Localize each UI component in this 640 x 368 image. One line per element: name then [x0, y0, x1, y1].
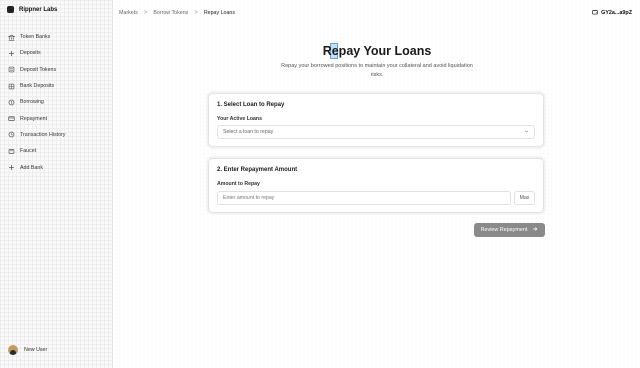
wallet-button[interactable]: GY2a...a9pZ [592, 9, 632, 17]
sidebar-item-borrowing[interactable]: Borrowing [4, 94, 109, 110]
user-name: New User [24, 347, 48, 353]
user-profile[interactable]: New User [8, 345, 47, 355]
loan-select-placeholder: Select a loan to repay [223, 129, 274, 135]
avatar [8, 345, 18, 355]
sidebar-item-label: Add Bank [20, 164, 43, 171]
breadcrumb-markets[interactable]: Markets [119, 10, 138, 16]
sidebar-item-label: Bank Deposits [20, 83, 55, 90]
amount-input[interactable]: Enter amount to repay [217, 191, 511, 205]
amount-input-placeholder: Enter amount to repay [223, 195, 275, 201]
max-button[interactable]: Max [514, 191, 535, 205]
chevron-down-icon [524, 129, 529, 136]
brand[interactable]: Rippner Labs [7, 6, 57, 13]
grid-icon [7, 82, 15, 90]
select-loan-title: 1. Select Loan to Repay [217, 102, 285, 108]
sidebar-item-repayment[interactable]: Repayment [4, 110, 109, 126]
sidebar-item-label: Deposits [20, 50, 41, 57]
breadcrumb-borrow-tokens[interactable]: Borrow Tokens [153, 10, 188, 16]
sidebar: Rippner Labs Token Banks Deposits Deposi… [0, 0, 113, 368]
topbar: Markets > Borrow Tokens > Repay Loans GY… [114, 0, 640, 26]
repayment-amount-title: 2. Enter Repayment Amount [217, 167, 298, 173]
wallet-address: GY2a...a9pZ [601, 10, 632, 16]
bank-icon [7, 33, 15, 41]
breadcrumb-separator: > [143, 10, 148, 16]
brand-logo-icon [7, 6, 14, 13]
amount-label: Amount to Repay [217, 181, 260, 187]
review-repayment-label: Review Repayment [480, 227, 528, 233]
faucet-icon [7, 147, 15, 155]
sidebar-item-add-bank[interactable]: Add Bank [4, 159, 109, 175]
card-icon [7, 115, 15, 123]
sidebar-nav: Token Banks Deposits Deposit Tokens Bank… [4, 29, 109, 176]
brand-name: Rippner Labs [19, 6, 58, 13]
main-content: Markets > Borrow Tokens > Repay Loans GY… [114, 0, 640, 368]
repayment-amount-card: 2. Enter Repayment Amount Amount to Repa… [208, 158, 544, 213]
sidebar-item-deposits[interactable]: Deposits [4, 45, 109, 61]
sidebar-item-label: Faucet [20, 148, 37, 155]
sidebar-item-transaction-history[interactable]: Transaction History [4, 127, 109, 143]
breadcrumb: Markets > Borrow Tokens > Repay Loans [119, 10, 235, 16]
sidebar-item-label: Token Banks [20, 34, 51, 41]
history-icon [7, 131, 15, 139]
loan-select[interactable]: Select a loan to repay [217, 125, 535, 139]
sidebar-item-label: Repayment [20, 115, 48, 122]
sidebar-item-label: Deposit Tokens [20, 66, 57, 73]
sidebar-item-token-banks[interactable]: Token Banks [4, 29, 109, 45]
breadcrumb-separator: > [194, 10, 198, 16]
sidebar-item-bank-deposits[interactable]: Bank Deposits [4, 78, 109, 94]
sidebar-item-label: Transaction History [20, 131, 66, 138]
list-icon [7, 66, 15, 74]
arrow-right-icon [532, 226, 538, 234]
active-loans-label: Your Active Loans [217, 116, 262, 122]
review-repayment-button[interactable]: Review Repayment [474, 223, 545, 237]
coin-icon [7, 98, 15, 106]
select-loan-card: 1. Select Loan to Repay Your Active Loan… [208, 93, 544, 147]
plus-icon [7, 164, 15, 172]
page-subtitle: Repay your borrowed positions to maintai… [281, 63, 473, 78]
sidebar-item-label: Borrowing [20, 99, 44, 106]
sidebar-item-faucet[interactable]: Faucet [4, 143, 109, 159]
breadcrumb-repay-loans: Repay Loans [203, 10, 236, 16]
wallet-icon [592, 9, 598, 17]
plus-icon [7, 49, 15, 57]
page-title: Repay Your Loans [322, 44, 432, 58]
sidebar-item-deposit-tokens[interactable]: Deposit Tokens [4, 62, 109, 78]
